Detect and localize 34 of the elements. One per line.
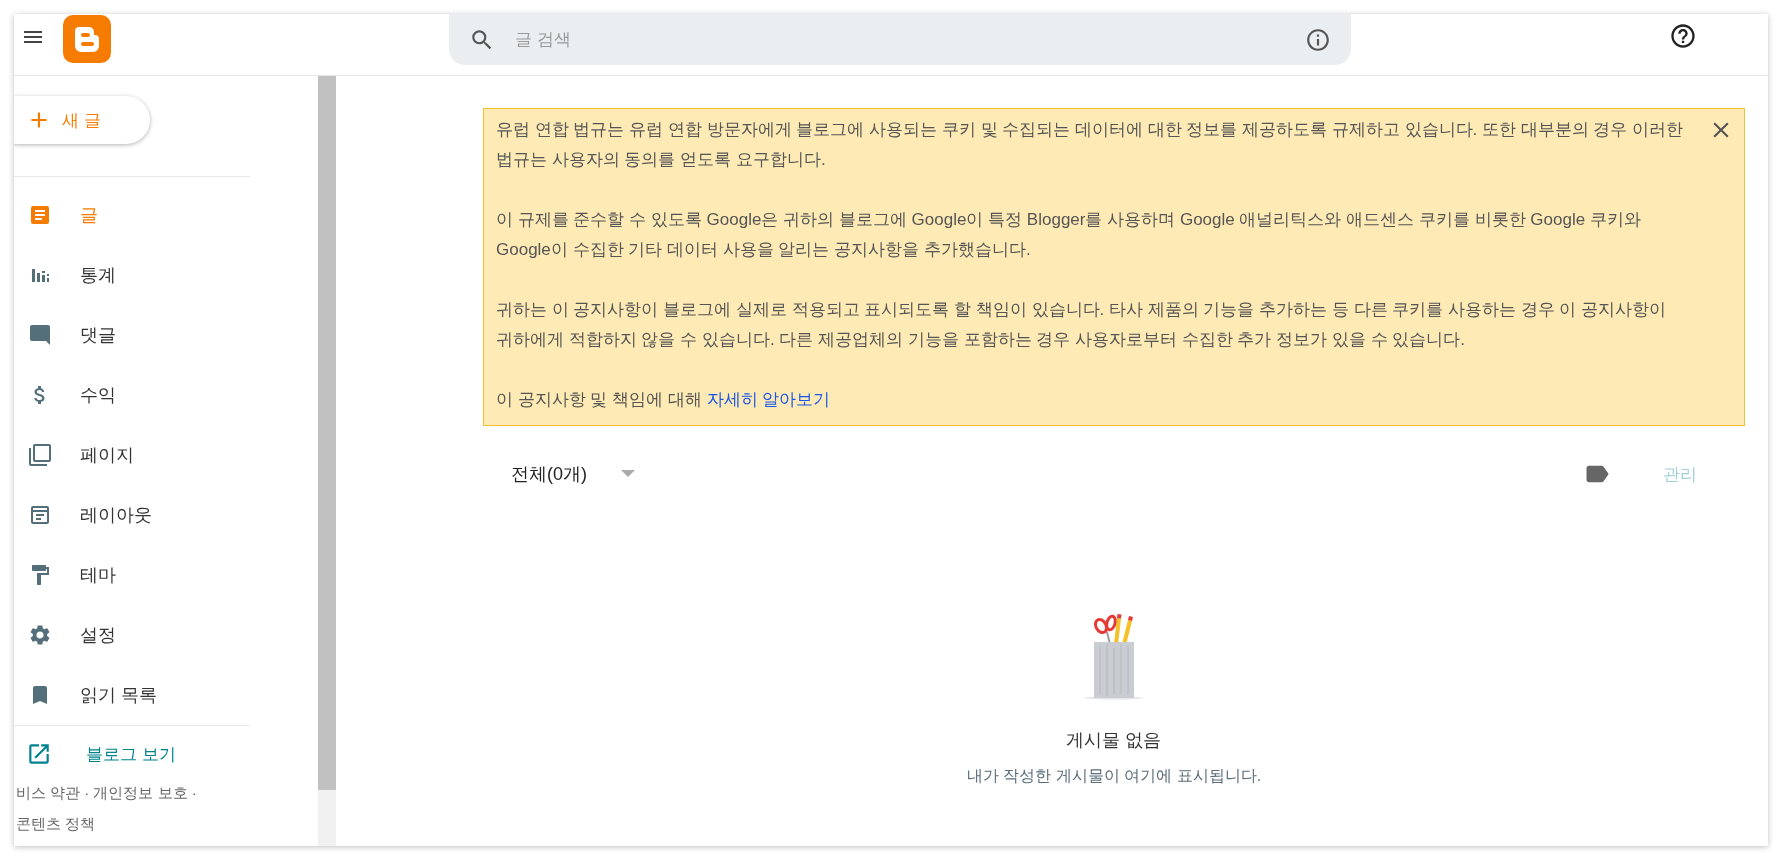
nav-item[interactable]: 페이지 xyxy=(14,425,250,485)
settings-icon xyxy=(28,623,52,647)
footer-links[interactable]: 비스 약관 · 개인정보 보호 · xyxy=(16,784,250,803)
document-icon xyxy=(28,203,52,227)
view-blog-link[interactable]: 블로그 보기 xyxy=(14,726,250,782)
nav-item[interactable]: 통계 xyxy=(14,245,250,305)
info-button[interactable] xyxy=(1305,26,1331,53)
comment-icon xyxy=(28,323,52,347)
footer-links[interactable]: 콘텐츠 정책 xyxy=(16,815,250,834)
layout-icon xyxy=(28,503,52,527)
empty-state-title: 게시물 없음 xyxy=(1066,729,1162,752)
notice-text: 이 공지사항 및 책임에 대해 자세히 알아보기 xyxy=(496,389,832,411)
nav-item[interactable]: 설정 xyxy=(14,605,250,665)
nav-item[interactable]: 레이아웃 xyxy=(14,485,250,545)
help-icon xyxy=(1669,22,1697,50)
nav-item[interactable]: 테마 xyxy=(14,545,250,605)
notice-text: 이 규제를 준수할 수 있도록 Google은 귀하의 블로그에 Google이 특정 Blogger를 사용하며 Google 애널리틱스와 애드센스 쿠키를 비롯한 Google 쿠키와 Google이 수집한 기타 데이터 사용을 알리는 공지사항을 추가했습니다. xyxy=(496,209,1642,261)
notice-text: 귀하는 이 공지사항이 블로그에 실제로 적용되고 표시되도록 할 책임이 있습니다. 타사 제품의 기능을 추가하는 등 다른 쿠키를 사용하는 경우 이 공지사항이 귀하에게 적합하지 않을 수 있습니다. 다른 제공업체의 기능을 포함하는 경우 사용자로부터 수집한 추가 정보가 있을 수 있습니다. xyxy=(496,299,1668,351)
logo-icon[interactable] xyxy=(63,15,111,63)
help-button[interactable] xyxy=(1669,22,1697,50)
notice-text: 유럽 연합 법규는 유럽 연합 방문자에게 블로그에 사용되는 쿠키 및 수집되는 데이터에 대한 정보를 제공하도록 규제하고 있습니다. 또한 대부분의 경우 이러한 법규는 사용자의 동의를 얻도록 요구합니다. xyxy=(496,119,1685,171)
empty-state-text: 내가 작성한 게시물이 여기에 표시됩니다. xyxy=(966,766,1262,786)
filter-dropdown[interactable]: 전체(0개) xyxy=(511,462,635,486)
pages-icon xyxy=(28,443,52,467)
open-in-new-icon xyxy=(26,741,52,767)
scrollbar[interactable] xyxy=(318,76,336,846)
caret-icon xyxy=(621,470,635,478)
learn-more-link[interactable]: 자세히 알아보기 xyxy=(706,390,831,409)
info-icon xyxy=(1305,26,1331,53)
nav-item[interactable]: 댓글 xyxy=(14,305,250,365)
search-field[interactable]: 글 검색 xyxy=(513,28,1305,51)
nav-item[interactable]: 읽기 목록 xyxy=(14,665,250,725)
search-bar[interactable]: 글 검색 xyxy=(449,14,1351,65)
nav-item[interactable]: 수익 xyxy=(14,365,250,425)
